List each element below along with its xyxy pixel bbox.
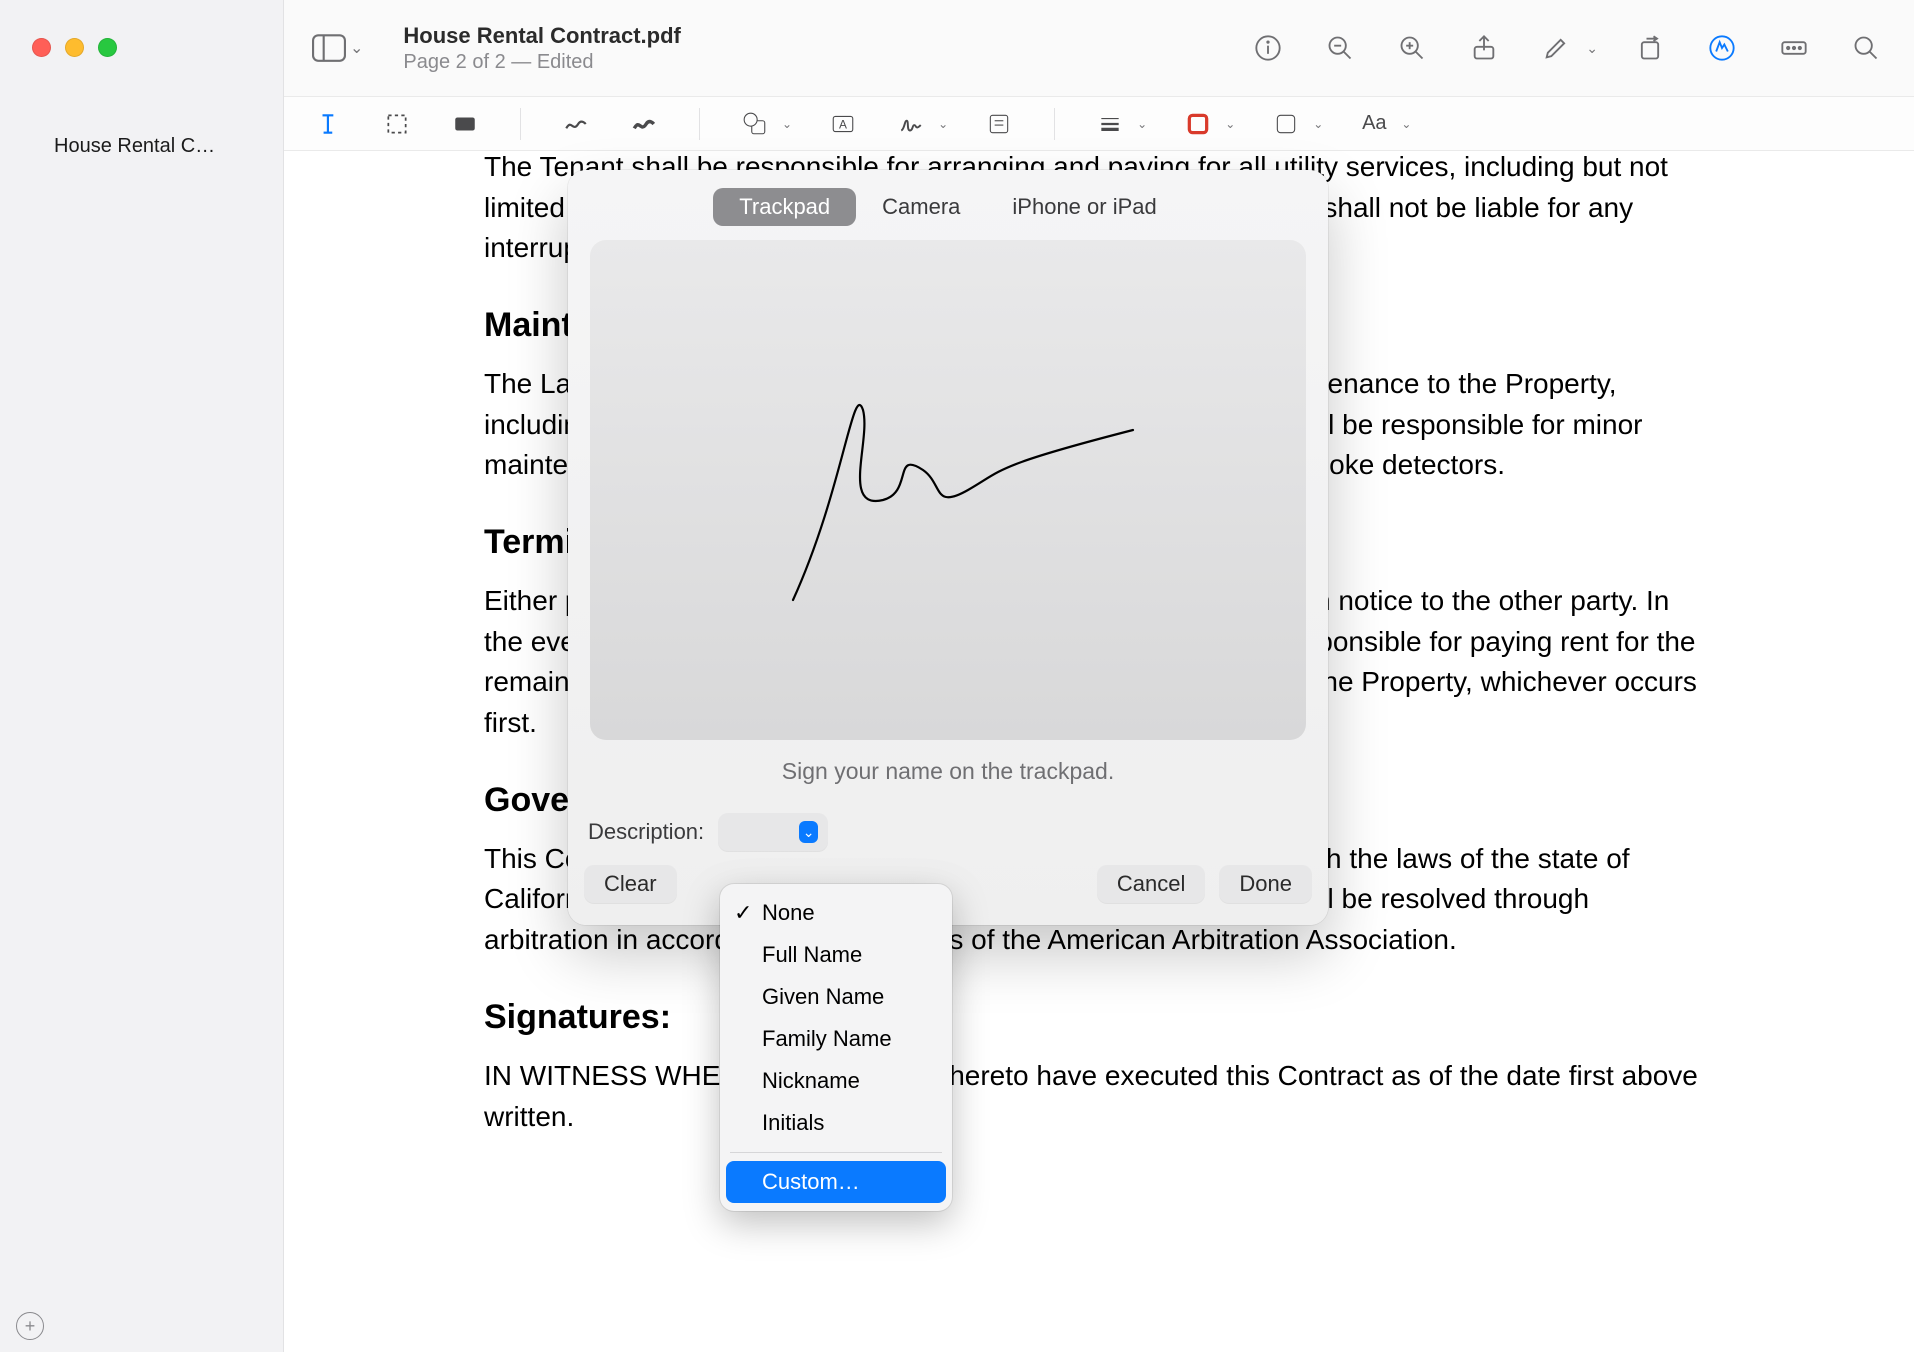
signature-popover: Trackpad Camera iPhone or iPad Sign your…: [568, 170, 1328, 925]
signature-source-tabs: Trackpad Camera iPhone or iPad: [584, 188, 1312, 226]
dropdown-item-given-name[interactable]: Given Name: [720, 976, 952, 1018]
add-page-button[interactable]: +: [16, 1312, 44, 1340]
dropdown-item-label: Family Name: [762, 1026, 892, 1051]
search-icon[interactable]: [1846, 28, 1886, 68]
sidebar-toggle-button[interactable]: ⌄: [312, 34, 363, 62]
dropdown-item-label: Full Name: [762, 942, 862, 967]
dropdown-item-family-name[interactable]: Family Name: [720, 1018, 952, 1060]
chevron-down-icon[interactable]: ⌄: [782, 117, 792, 131]
text-box-icon[interactable]: A: [826, 109, 860, 139]
description-dropdown-button[interactable]: None ⌄: [718, 813, 828, 851]
note-icon[interactable]: [982, 109, 1016, 139]
description-label: Description:: [588, 819, 704, 845]
rectangular-selection-icon[interactable]: [380, 109, 414, 139]
tab-trackpad[interactable]: Trackpad: [713, 188, 856, 226]
chevron-down-icon[interactable]: ⌄: [1225, 117, 1235, 131]
zoom-out-icon[interactable]: [1320, 28, 1360, 68]
dropdown-item-none[interactable]: ✓ None: [720, 892, 952, 934]
titlebar: ⌄ House Rental Contract.pdf Page 2 of 2 …: [284, 0, 1914, 97]
info-icon[interactable]: [1248, 28, 1288, 68]
doc-paragraph: IN WITNESS WHEREOF, the parties hereto h…: [484, 1056, 1714, 1137]
chevron-down-icon[interactable]: ⌄: [1401, 117, 1411, 131]
zoom-in-icon[interactable]: [1392, 28, 1432, 68]
share-icon[interactable]: [1464, 28, 1504, 68]
sidebar-item-label: House Rental C…: [54, 135, 215, 157]
document-title-block: House Rental Contract.pdf Page 2 of 2 — …: [403, 23, 680, 74]
close-window-button[interactable]: [32, 38, 51, 57]
chevron-down-icon[interactable]: ⌄: [1586, 40, 1598, 57]
dropdown-item-custom[interactable]: Custom…: [726, 1161, 946, 1203]
dropdown-item-label: Given Name: [762, 984, 884, 1009]
fill-color-icon[interactable]: [1269, 109, 1303, 139]
tab-iphone-ipad[interactable]: iPhone or iPad: [986, 188, 1182, 226]
checkmark-icon: ✓: [734, 900, 752, 926]
form-field-icon[interactable]: [1774, 28, 1814, 68]
markup-icon[interactable]: [1702, 28, 1742, 68]
signature-stroke-icon: [733, 370, 1163, 610]
chevron-down-icon[interactable]: ⌄: [1137, 117, 1147, 131]
chevron-down-icon[interactable]: ⌄: [938, 117, 948, 131]
done-button[interactable]: Done: [1219, 865, 1312, 903]
signature-canvas[interactable]: [590, 240, 1306, 740]
dropdown-item-label: Nickname: [762, 1068, 860, 1093]
dropdown-item-nickname[interactable]: Nickname: [720, 1060, 952, 1102]
line-style-icon[interactable]: [1093, 109, 1127, 139]
dropdown-item-label: Initials: [762, 1110, 824, 1135]
svg-text:A: A: [839, 117, 847, 131]
minimize-window-button[interactable]: [65, 38, 84, 57]
clear-button[interactable]: Clear: [584, 865, 677, 903]
sidebar: House Rental C… +: [0, 0, 284, 1352]
fullscreen-window-button[interactable]: [98, 38, 117, 57]
sidebar-thumbnail-item[interactable]: House Rental C…: [18, 119, 265, 174]
dropdown-item-label: None: [762, 900, 815, 925]
dropdown-item-initials[interactable]: Initials: [720, 1102, 952, 1144]
dropdown-item-full-name[interactable]: Full Name: [720, 934, 952, 976]
rotate-icon[interactable]: [1630, 28, 1670, 68]
font-style-icon[interactable]: Aa: [1357, 109, 1391, 139]
signature-hint: Sign your name on the trackpad.: [584, 758, 1312, 785]
markup-toolbar: ⌄ A ⌄ ⌄ ⌄ ⌄ Aa ⌄: [284, 97, 1914, 151]
window-traffic-lights: [0, 0, 283, 57]
tab-camera[interactable]: Camera: [856, 188, 986, 226]
dropdown-separator: [730, 1152, 942, 1153]
redact-icon[interactable]: [448, 109, 482, 139]
cancel-button[interactable]: Cancel: [1097, 865, 1205, 903]
description-dropdown-menu: ✓ None Full Name Given Name Family Name …: [720, 884, 952, 1211]
document-subtitle: Page 2 of 2 — Edited: [403, 51, 680, 74]
shapes-icon[interactable]: [738, 109, 772, 139]
sign-icon[interactable]: [894, 109, 928, 139]
sketch-icon[interactable]: [559, 109, 593, 139]
chevron-down-icon[interactable]: ⌄: [1313, 117, 1323, 131]
border-color-icon[interactable]: [1181, 109, 1215, 139]
text-selection-tool-icon[interactable]: [312, 109, 346, 139]
doc-heading: Signatures:: [484, 993, 1714, 1042]
document-title: House Rental Contract.pdf: [403, 23, 680, 49]
highlight-icon[interactable]: [1536, 28, 1576, 68]
dropdown-item-label: Custom…: [762, 1169, 860, 1194]
draw-icon[interactable]: [627, 109, 661, 139]
chevron-down-icon: ⌄: [350, 38, 363, 58]
